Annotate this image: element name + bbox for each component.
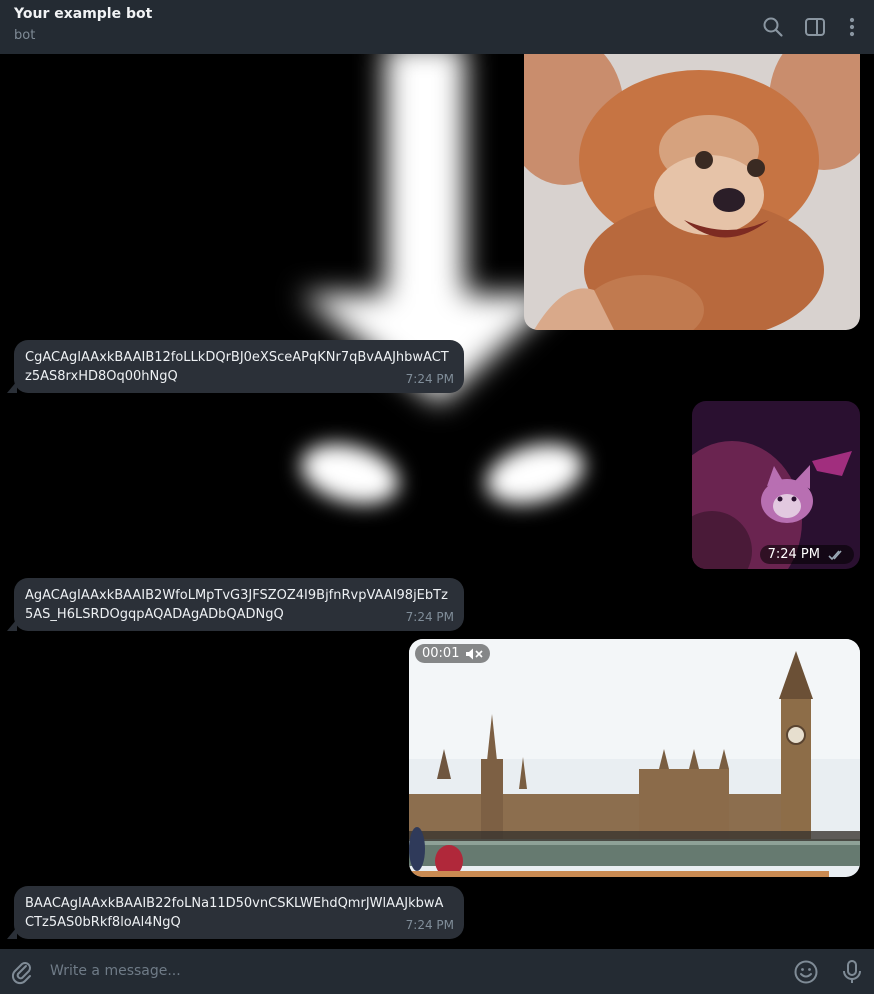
incoming-message-3[interactable]: BAACAgIAAxkBAAIB22foLNa11D50vnCSKLWEhdQm… [7, 886, 464, 939]
chat-subtitle: bot [14, 28, 36, 43]
search-icon[interactable] [760, 14, 786, 40]
more-vertical-icon[interactable] [839, 14, 865, 40]
message-text: AgACAgIAAxkBAAIB2WfoLMpTvG3JFSZOZ4I9Bjfn… [25, 588, 448, 622]
microphone-icon[interactable] [838, 958, 866, 986]
cat-photo [692, 401, 860, 569]
message-time: 7:24 PM [405, 372, 454, 386]
message-text: BAACAgIAAxkBAAIB22foLNa11D50vnCSKLWEhdQm… [25, 896, 444, 930]
chat-area[interactable]: CgACAgIAAxkBAAIB12foLLkDQrBJ0eXSceAPqKNr… [0, 54, 874, 949]
bubble-tail [7, 619, 17, 631]
incoming-message-1[interactable]: CgACAgIAAxkBAAIB12foLLkDQrBJ0eXSceAPqKNr… [7, 340, 464, 393]
chat-header: Your example bot bot [0, 0, 874, 54]
bubble-tail [7, 381, 17, 393]
video-thumbnail [409, 639, 860, 877]
message-time: 7:24 PM [405, 610, 454, 624]
photo-time: 7:24 PM [767, 547, 820, 562]
chat-title[interactable]: Your example bot [14, 6, 152, 22]
message-text: CgACAgIAAxkBAAIB12foLLkDQrBJ0eXSceAPqKNr… [25, 350, 449, 384]
video-message[interactable]: 00:01 [409, 639, 860, 877]
sticker-image[interactable] [524, 54, 860, 330]
cartoon-mouse-illustration [524, 54, 860, 330]
message-input[interactable]: Write a message... [50, 963, 181, 979]
emoji-icon[interactable] [792, 958, 820, 986]
read-double-check-icon [828, 549, 842, 560]
attach-icon[interactable] [8, 958, 36, 986]
message-input-bar: Write a message... [0, 949, 874, 994]
side-panel-icon[interactable] [802, 14, 828, 40]
video-badge: 00:01 [415, 644, 491, 663]
muted-speaker-icon[interactable] [465, 647, 484, 661]
photo-time-stamp: 7:24 PM [759, 545, 854, 564]
incoming-message-2[interactable]: AgACAgIAAxkBAAIB2WfoLMpTvG3JFSZOZ4I9Bjfn… [7, 578, 464, 631]
video-duration: 00:01 [422, 646, 460, 661]
message-time: 7:24 PM [405, 918, 454, 932]
bubble-tail [7, 927, 17, 939]
photo-message[interactable]: 7:24 PM [692, 401, 860, 569]
